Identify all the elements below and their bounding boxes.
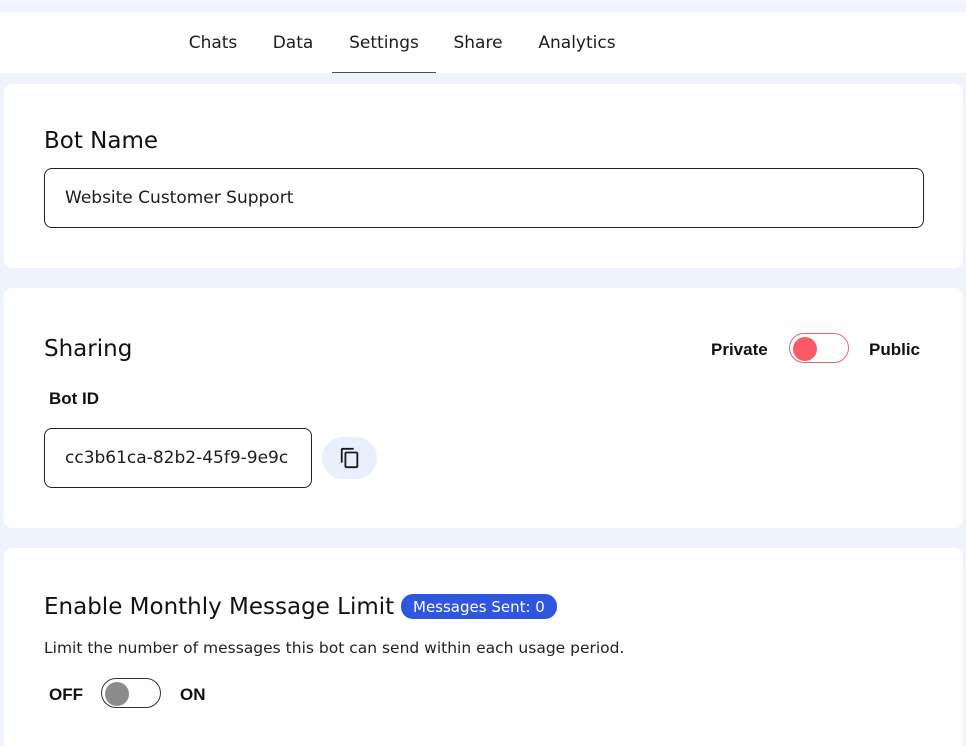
public-label: Public xyxy=(869,340,921,359)
sharing-title: Sharing xyxy=(44,336,133,362)
toggle-knob xyxy=(105,682,129,706)
message-limit-card: Enable Monthly Message Limit Messages Se… xyxy=(4,548,963,746)
bot-id-field[interactable] xyxy=(44,428,312,488)
tab-bar: Chats Data Settings Share Analytics xyxy=(0,13,966,73)
visibility-toggle[interactable] xyxy=(789,333,849,363)
tab-analytics[interactable]: Analytics xyxy=(528,13,626,73)
tab-chats[interactable]: Chats xyxy=(176,13,250,73)
sharing-card: Sharing Private Public Bot ID xyxy=(4,288,963,528)
messages-sent-badge: Messages Sent: 0 xyxy=(401,594,557,619)
bot-name-input[interactable] xyxy=(44,168,924,228)
tab-settings[interactable]: Settings xyxy=(332,13,436,73)
bot-name-card: Bot Name xyxy=(4,84,963,268)
top-strip xyxy=(0,0,966,13)
tab-data[interactable]: Data xyxy=(262,13,324,73)
on-label: ON xyxy=(180,685,206,704)
bot-name-title: Bot Name xyxy=(44,128,159,154)
message-limit-title: Enable Monthly Message Limit xyxy=(44,594,395,620)
toggle-knob xyxy=(793,337,817,361)
tab-share[interactable]: Share xyxy=(444,13,512,73)
copy-icon xyxy=(340,447,358,469)
bot-id-label: Bot ID xyxy=(49,389,100,408)
private-label: Private xyxy=(711,340,768,359)
message-limit-toggle[interactable] xyxy=(101,678,161,708)
message-limit-description: Limit the number of messages this bot ca… xyxy=(44,639,625,657)
copy-button[interactable] xyxy=(322,437,377,479)
off-label: OFF xyxy=(49,685,83,704)
